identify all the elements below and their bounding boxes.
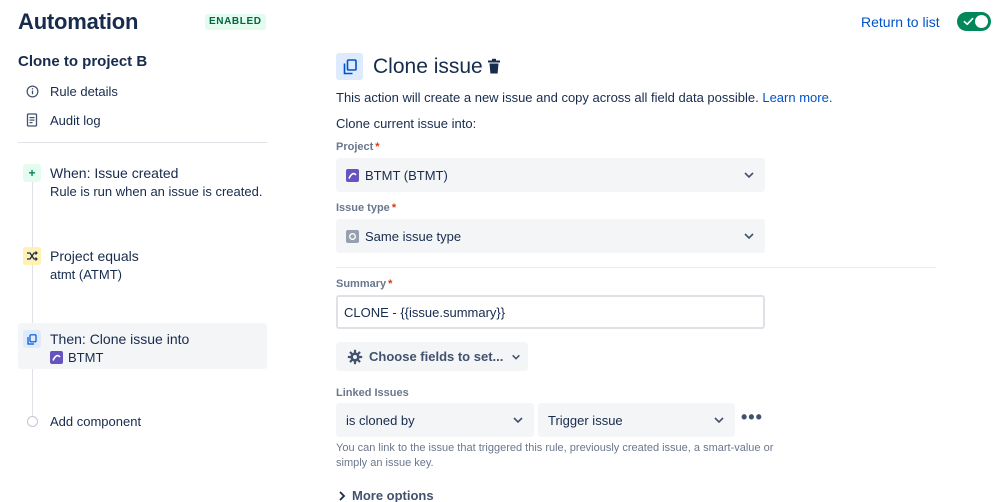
action-description: This action will create a new issue and … (336, 90, 832, 105)
required-asterisk: * (375, 141, 380, 153)
document-icon (24, 112, 40, 128)
chevron-down-icon (744, 233, 754, 240)
sidebar-item-rule-details[interactable]: Rule details (24, 81, 118, 101)
project-field-label: Project * (336, 141, 380, 153)
project-select-value: BTMT (BTMT) (365, 167, 448, 183)
page-title: Automation (18, 9, 139, 34)
link-type-select-value: is cloned by (346, 412, 415, 428)
toggle-knob (975, 15, 988, 28)
copy-icon (23, 330, 41, 348)
component-subtitle-row: BTMT (50, 350, 103, 365)
description-text: This action will create a new issue and … (336, 90, 759, 105)
component-title: Project equals (50, 248, 139, 264)
trash-icon[interactable] (486, 58, 504, 76)
more-actions-icon[interactable]: ••• (741, 408, 763, 426)
add-component-button[interactable]: Add component (50, 414, 141, 429)
label-text: Linked Issues (336, 387, 409, 399)
component-action-selected[interactable]: Then: Clone issue into BTMT (18, 323, 267, 369)
status-badge: ENABLED (205, 14, 266, 30)
project-avatar-icon (50, 351, 63, 364)
component-condition[interactable]: Project equals atmt (ATMT) (18, 243, 267, 289)
label-text: Summary (336, 278, 387, 290)
issue-type-icon (346, 229, 359, 243)
copy-icon (336, 53, 363, 80)
chevron-down-icon (714, 417, 724, 424)
linked-issues-help-text: You can link to the issue that triggered… (336, 442, 774, 469)
add-component-dot (27, 416, 38, 427)
linked-issues-label: Linked Issues (336, 387, 409, 399)
plus-icon: + (23, 164, 41, 182)
component-title: Then: Clone issue into (50, 331, 190, 347)
more-options-label: More options (352, 488, 434, 502)
rule-enabled-toggle[interactable] (957, 12, 991, 31)
rule-name: Clone to project B (18, 53, 148, 70)
choose-fields-label: Choose fields to set... (369, 349, 504, 364)
summary-field-label: Summary * (336, 278, 392, 290)
issue-type-select[interactable]: Same issue type (336, 219, 765, 253)
section-divider (336, 267, 936, 268)
label-text: Issue type (336, 202, 390, 214)
component-subtitle: BTMT (68, 350, 104, 365)
check-icon (963, 17, 974, 26)
component-trigger[interactable]: + When: Issue created Rule is run when a… (18, 160, 267, 206)
label-text: Project (336, 141, 374, 153)
required-asterisk: * (388, 278, 393, 290)
choose-fields-button[interactable]: Choose fields to set... (336, 342, 528, 371)
shuffle-icon (23, 247, 41, 265)
issue-type-select-value: Same issue type (365, 228, 462, 244)
action-title: Clone issue (373, 55, 483, 78)
info-icon (24, 83, 40, 99)
gear-icon (347, 349, 363, 364)
project-avatar-icon (346, 168, 359, 182)
summary-input-value: CLONE - {{issue.summary}} (344, 304, 506, 320)
return-to-list-link[interactable]: Return to list (861, 13, 940, 31)
clone-into-label: Clone current issue into: (336, 116, 477, 131)
summary-input[interactable]: CLONE - {{issue.summary}} (336, 295, 765, 329)
issue-type-field-label: Issue type * (336, 202, 396, 214)
chevron-down-icon (744, 172, 754, 179)
component-title: When: Issue created (50, 165, 179, 181)
chevron-right-icon (339, 490, 346, 501)
learn-more-link[interactable]: Learn more. (762, 90, 832, 105)
sidebar-divider (18, 142, 267, 143)
required-asterisk: * (391, 202, 397, 214)
more-options-toggle[interactable]: More options (338, 488, 434, 502)
link-target-select[interactable]: Trigger issue (538, 403, 735, 437)
link-type-select[interactable]: is cloned by (336, 403, 534, 437)
chevron-down-icon (513, 417, 523, 424)
chevron-down-icon (512, 354, 521, 360)
component-subtitle: Rule is run when an issue is created. (50, 184, 263, 199)
sidebar-item-label: Rule details (50, 83, 118, 99)
link-target-select-value: Trigger issue (548, 412, 623, 428)
sidebar-item-label: Audit log (50, 112, 101, 128)
sidebar-item-audit-log[interactable]: Audit log (24, 110, 101, 130)
component-subtitle: atmt (ATMT) (50, 267, 122, 282)
project-select[interactable]: BTMT (BTMT) (336, 158, 765, 192)
